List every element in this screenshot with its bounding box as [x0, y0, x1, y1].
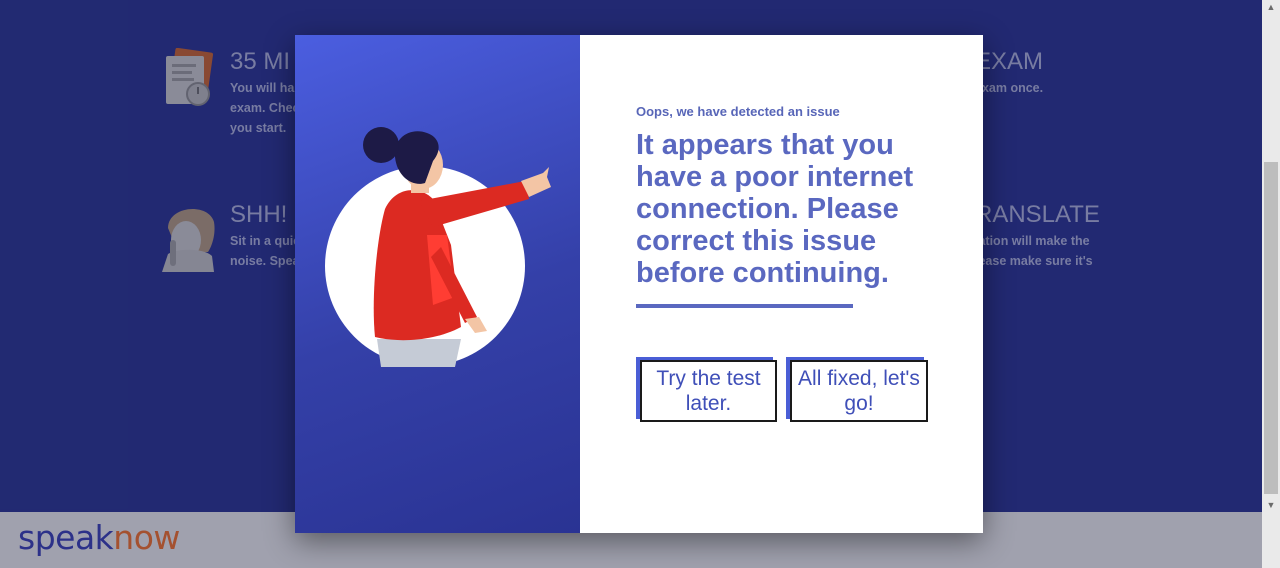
issue-eyebrow: Oops, we have detected an issue — [636, 104, 840, 119]
scroll-down-arrow-icon[interactable]: ▼ — [1262, 498, 1280, 512]
try-later-button[interactable]: Try the test later. — [640, 360, 777, 422]
scrollbar-thumb[interactable] — [1264, 162, 1278, 494]
connection-issue-modal: Oops, we have detected an issue It appea… — [295, 35, 983, 533]
woman-pointing-illustration — [315, 127, 575, 377]
scrollbar[interactable]: ▲ ▼ — [1262, 0, 1280, 568]
illustration-panel — [295, 35, 580, 533]
all-fixed-button[interactable]: All fixed, let's go! — [790, 360, 928, 422]
message-panel: Oops, we have detected an issue It appea… — [580, 35, 983, 533]
issue-headline: It appears that you have a poor internet… — [636, 129, 914, 289]
scroll-up-arrow-icon[interactable]: ▲ — [1262, 0, 1280, 14]
headline-divider — [636, 304, 853, 308]
